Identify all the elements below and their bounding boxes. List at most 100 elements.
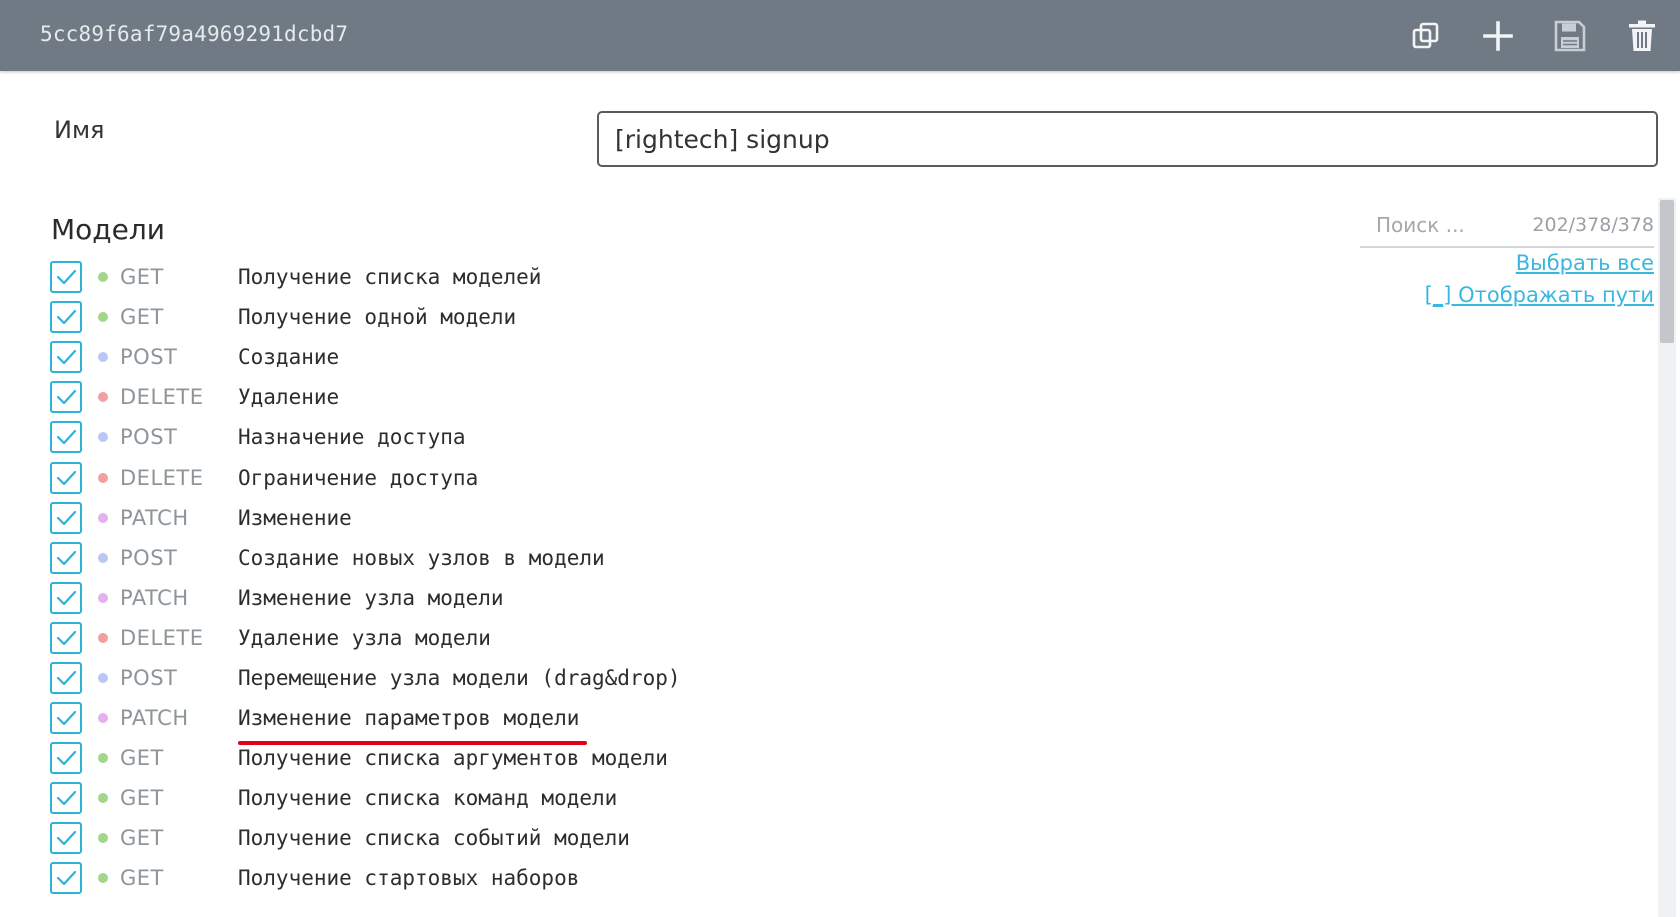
endpoint-method: DELETE	[120, 465, 204, 490]
endpoint-checkbox[interactable]	[50, 581, 82, 614]
method-dot	[98, 392, 108, 403]
endpoint-method: GET	[120, 265, 164, 290]
endpoint-row: POST Назначение доступа	[50, 417, 681, 457]
endpoint-row: GET Получение списка событий модели	[50, 818, 681, 858]
endpoint-row: PATCH Изменение	[50, 498, 681, 538]
endpoint-row: PATCH Изменение параметров модели	[50, 698, 681, 746]
endpoint-description-text: Получение списка аргументов модели	[238, 746, 668, 771]
check-icon	[56, 510, 77, 525]
scrollbar[interactable]	[1658, 198, 1676, 917]
search-input[interactable]	[1374, 207, 1538, 243]
models-title: Модели	[51, 213, 165, 246]
endpoint-method: GET	[120, 746, 164, 771]
endpoint-description-text: Назначение доступа	[238, 425, 466, 450]
endpoint-description: Получение стартовых наборов	[238, 866, 579, 890]
record-id: 5cc89f6af79a4969291dcbd7	[40, 22, 349, 46]
endpoint-checkbox[interactable]	[50, 501, 82, 534]
endpoint-method: PATCH	[120, 585, 189, 610]
endpoint-method: PATCH	[120, 505, 189, 530]
endpoint-checkbox[interactable]	[50, 461, 82, 494]
endpoint-description-text: Получение стартовых наборов	[238, 866, 580, 891]
check-icon	[56, 630, 77, 645]
endpoint-description-text: Создание	[238, 345, 340, 370]
check-icon	[56, 350, 77, 365]
endpoint-description: Изменение параметров модели	[238, 706, 588, 746]
delete-icon	[1629, 20, 1655, 51]
show-paths-toggle[interactable]: [_] Отображать пути	[1425, 283, 1654, 307]
endpoint-description: Получение списка команд модели	[238, 786, 617, 810]
endpoint-row: DELETE Ограничение доступа	[50, 457, 681, 497]
endpoint-checkbox[interactable]	[50, 862, 82, 895]
endpoint-row: GET Получение стартовых наборов	[50, 858, 681, 898]
check-icon	[56, 550, 77, 565]
endpoint-checkbox[interactable]	[50, 341, 82, 374]
check-icon	[56, 590, 77, 605]
endpoint-row: DELETE Удаление	[50, 377, 681, 417]
search-count: 202/378/378	[1532, 214, 1654, 236]
add-button[interactable]	[1470, 11, 1526, 61]
name-input[interactable]	[597, 111, 1658, 167]
method-dot	[98, 632, 108, 643]
delete-button[interactable]	[1614, 11, 1670, 61]
search-box: 202/378/378	[1360, 207, 1654, 248]
endpoint-description-text: Получение одной модели	[238, 305, 517, 330]
endpoint-method: GET	[120, 826, 164, 851]
endpoint-description: Удаление	[238, 385, 339, 409]
endpoint-method: DELETE	[120, 385, 204, 410]
check-icon	[56, 430, 77, 445]
method-dot	[98, 592, 108, 603]
check-icon	[56, 269, 77, 285]
endpoint-checkbox[interactable]	[50, 621, 82, 654]
endpoint-checkbox[interactable]	[50, 421, 82, 454]
check-icon	[56, 470, 77, 485]
endpoint-description: Получение списка событий модели	[238, 826, 630, 850]
endpoint-method: POST	[120, 665, 178, 690]
endpoint-checkbox[interactable]	[50, 381, 82, 414]
method-dot	[98, 312, 108, 323]
endpoint-description-text: Ограничение доступа	[238, 465, 479, 490]
method-dot	[98, 833, 108, 844]
method-dot	[98, 512, 108, 523]
endpoint-checkbox[interactable]	[50, 301, 82, 334]
method-dot	[98, 432, 108, 443]
toolbar	[1398, 11, 1670, 61]
endpoint-method: POST	[120, 425, 178, 450]
copy-button[interactable]	[1398, 11, 1454, 61]
scrollbar-thumb[interactable]	[1660, 200, 1674, 343]
save-button[interactable]	[1542, 11, 1598, 61]
endpoint-description-text: Создание новых узлов в модели	[238, 545, 605, 570]
endpoint-checkbox[interactable]	[50, 742, 82, 775]
endpoint-row: GET Получение списка команд модели	[50, 778, 681, 818]
check-icon	[56, 710, 77, 726]
endpoint-row: POST Создание новых узлов в модели	[50, 538, 681, 578]
endpoint-description: Получение списка аргументов модели	[238, 746, 668, 770]
endpoint-checkbox[interactable]	[50, 661, 82, 694]
endpoint-checkbox[interactable]	[50, 782, 82, 815]
select-all-link[interactable]: Выбрать все	[1516, 251, 1654, 275]
save-icon	[1554, 20, 1586, 52]
endpoint-description-text: Получение списка моделей	[238, 265, 542, 290]
endpoint-description: Ограничение доступа	[238, 466, 478, 490]
endpoint-description-text: Удаление	[238, 385, 340, 410]
endpoint-row: PATCH Изменение узла модели	[50, 578, 681, 618]
check-icon	[56, 831, 77, 846]
endpoint-description-text: Получение списка команд модели	[238, 786, 618, 811]
endpoint-method: DELETE	[120, 625, 204, 650]
endpoint-description-text: Удаление узла модели	[238, 625, 491, 650]
endpoint-description-text: Изменение параметров модели	[238, 706, 580, 731]
method-dot	[98, 272, 108, 283]
endpoint-description: Создание новых узлов в модели	[238, 546, 605, 570]
endpoint-description-text: Получение списка событий модели	[238, 826, 630, 851]
name-label: Имя	[54, 116, 105, 144]
endpoint-description-text: Изменение	[238, 505, 352, 530]
endpoint-checkbox[interactable]	[50, 261, 82, 294]
endpoint-description: Получение одной модели	[238, 305, 516, 329]
endpoint-checkbox[interactable]	[50, 822, 82, 855]
endpoint-checkbox[interactable]	[50, 541, 82, 574]
add-icon	[1483, 21, 1513, 51]
endpoint-checkbox[interactable]	[50, 702, 82, 735]
method-dot	[98, 672, 108, 683]
method-dot	[98, 713, 108, 724]
endpoint-row: GET Получение списка моделей	[50, 257, 681, 297]
method-dot	[98, 793, 108, 804]
